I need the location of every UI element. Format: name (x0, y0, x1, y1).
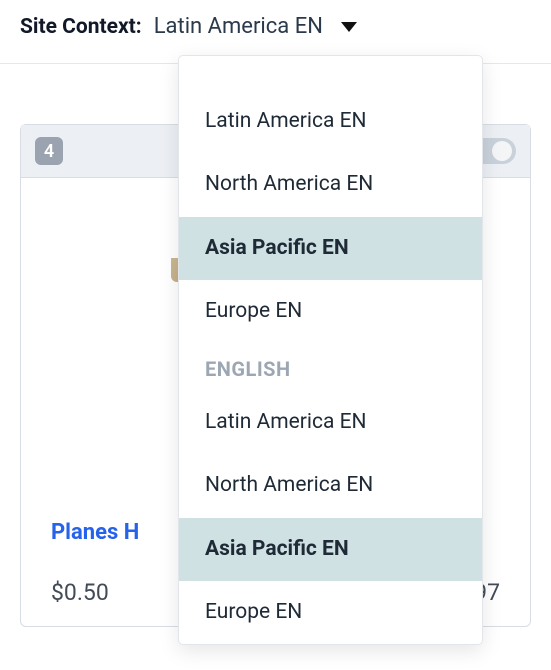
site-context-row: Site Context: Latin America EN (0, 0, 551, 63)
product-price: $0.50 (51, 579, 109, 606)
dropdown-section-2: Latin America EN North America EN Asia P… (179, 391, 482, 644)
site-context-label: Site Context: (20, 15, 142, 39)
count-badge: 4 (35, 137, 63, 165)
site-context-dropdown: Latin America EN North America EN Asia P… (178, 55, 483, 645)
dropdown-item-latin-america-1[interactable]: Latin America EN (179, 90, 482, 153)
dropdown-item-europe-1[interactable]: Europe EN (179, 280, 482, 343)
site-context-value: Latin America EN (154, 14, 323, 39)
dropdown-item-latin-america-2[interactable]: Latin America EN (179, 391, 482, 454)
dropdown-item-asia-pacific-1[interactable]: Asia Pacific EN (179, 217, 482, 280)
dropdown-item-north-america-1[interactable]: North America EN (179, 153, 482, 216)
dropdown-section-1: Latin America EN North America EN Asia P… (179, 90, 482, 343)
dropdown-item-europe-2[interactable]: Europe EN (179, 581, 482, 644)
dropdown-group-label-english: ENGLISH (179, 343, 482, 391)
dropdown-item-asia-pacific-2[interactable]: Asia Pacific EN (179, 518, 482, 581)
dropdown-item-north-america-2[interactable]: North America EN (179, 454, 482, 517)
caret-down-icon (341, 22, 357, 32)
site-context-select[interactable]: Latin America EN (154, 14, 357, 39)
